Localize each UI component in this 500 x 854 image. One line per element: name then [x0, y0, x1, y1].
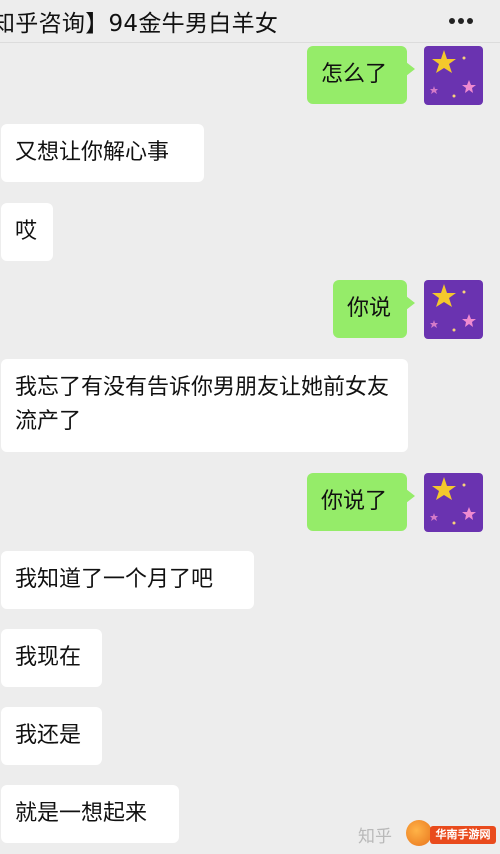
message-bubble-received[interactable]: 哎	[1, 203, 53, 261]
message-bubble-sent[interactable]: 你说了	[307, 473, 415, 531]
message-bubble-received[interactable]: 我忘了有没有告诉你男朋友让她前女友流产了	[1, 359, 408, 452]
user-avatar[interactable]	[424, 46, 483, 105]
star-avatar-icon	[424, 280, 483, 339]
watermark-logo-icon	[406, 820, 432, 846]
watermark: 知乎 华南手游网	[358, 820, 498, 850]
star-avatar-icon	[424, 46, 483, 105]
message-bubble-received[interactable]: 我现在	[1, 629, 102, 687]
user-avatar[interactable]	[424, 473, 483, 532]
watermark-badge: 华南手游网	[430, 826, 496, 844]
message-bubble-received[interactable]: 我还是	[1, 707, 102, 765]
message-bubble-received[interactable]: 我知道了一个月了吧	[1, 551, 254, 609]
message-bubble-sent[interactable]: 怎么了	[307, 46, 415, 104]
chat-title: 知乎咨询】94金牛男白羊女	[0, 11, 279, 37]
chat-header: 知乎咨询】94金牛男白羊女	[0, 0, 500, 43]
user-avatar[interactable]	[424, 280, 483, 339]
message-bubble-received[interactable]: 又想让你解心事	[1, 124, 204, 182]
more-options-icon[interactable]	[444, 9, 478, 33]
message-bubble-sent[interactable]: 你说	[333, 280, 415, 338]
star-avatar-icon	[424, 473, 483, 532]
watermark-text: 知乎	[358, 827, 392, 847]
message-bubble-received[interactable]: 就是一想起来	[1, 785, 179, 843]
